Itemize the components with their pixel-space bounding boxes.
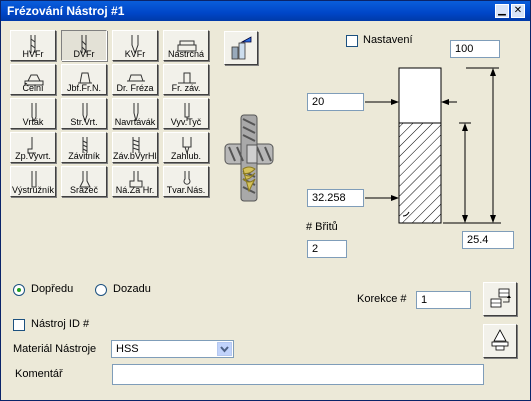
tool-button-11[interactable]: Navrtávák — [112, 98, 158, 129]
tool-button-label: Fr. záv. — [171, 83, 201, 93]
korekce-field[interactable]: 1 — [416, 291, 471, 309]
nastaveni-checkbox[interactable] — [346, 35, 358, 47]
tool-id-checkbox[interactable] — [13, 319, 25, 331]
insert-table-icon — [490, 288, 511, 308]
dimension-drawing — [365, 67, 501, 224]
tool-button-label: Jbf.Fr.N. — [66, 83, 101, 93]
tool-button-label: Zp.Vyvrt. — [15, 151, 51, 161]
tool-button-label: Zahlub. — [170, 151, 202, 161]
tool-button-7[interactable]: Dr. Fréza — [112, 64, 158, 95]
close-icon[interactable]: ✕ — [511, 4, 525, 18]
tool-button-3[interactable]: KVFr — [112, 30, 158, 61]
dropdown-arrow-glyph — [220, 346, 229, 353]
korekce-label: Korekce # — [357, 293, 407, 305]
tool-button-label: Tvar.Nás. — [166, 185, 206, 195]
tool-button-label: Výstružník — [11, 185, 54, 195]
tool-button-label: Záv.bVyrHlav — [113, 151, 157, 161]
tool-button-5[interactable]: Čelní — [10, 64, 56, 95]
title-bar: Frézování Nástroj #1 ▁ ✕ — [1, 1, 530, 21]
corner-field[interactable]: 25.4 — [462, 231, 514, 249]
tool-button-label: Vrták — [22, 117, 44, 127]
tool-shape-button[interactable] — [483, 324, 517, 358]
tool-button-1[interactable]: HVFr — [10, 30, 56, 61]
radio-dot — [17, 288, 21, 292]
tool-button-label: Srážeč — [69, 185, 98, 195]
forward-label: Dopředu — [31, 283, 74, 295]
tool-button-label: Nástrčná — [167, 49, 204, 59]
backward-label: Dozadu — [113, 283, 151, 295]
backward-radio[interactable] — [95, 284, 107, 296]
tool-button-6[interactable]: Jbf.Fr.N. — [61, 64, 107, 95]
tool-button-18[interactable]: Srážeč — [61, 166, 107, 197]
tool-button-2[interactable]: DVFr — [61, 30, 107, 61]
library-icon — [231, 36, 252, 60]
tool-button-9[interactable]: Vrták — [10, 98, 56, 129]
cone-icon — [491, 329, 509, 351]
tool-button-label: Str.Vrt. — [70, 117, 98, 127]
material-value: HSS — [116, 343, 139, 355]
flute-length-field[interactable]: 32.258 — [307, 189, 364, 207]
tool-button-12[interactable]: Vyv.Tyč — [163, 98, 209, 129]
tool-button-10[interactable]: Str.Vrt. — [61, 98, 107, 129]
tool-button-4[interactable]: Nástrčná — [163, 30, 209, 61]
nastaveni-label: Nastavení — [363, 34, 413, 46]
minimize-icon[interactable]: ▁ — [495, 4, 509, 18]
comment-label: Komentář — [15, 368, 63, 380]
tool-button-19[interactable]: Ná.Za Hr. — [112, 166, 158, 197]
tool-library-button[interactable] — [224, 31, 258, 65]
chevron-down-icon[interactable] — [217, 342, 232, 356]
tool-button-13[interactable]: Zp.Vyvrt. — [10, 132, 56, 163]
tool-button-20[interactable]: Tvar.Nás. — [163, 166, 209, 197]
tool-button-label: Čelní — [22, 83, 44, 93]
material-label: Materiál Nástroje — [13, 343, 97, 355]
tool-button-17[interactable]: Výstružník — [10, 166, 56, 197]
tool-button-15[interactable]: Záv.bVyrHlav — [112, 132, 158, 163]
tool-button-label: Závitník — [68, 151, 100, 161]
insert-table-button[interactable] — [483, 282, 517, 316]
comment-field[interactable] — [112, 364, 484, 385]
tool-window: Frézování Nástroj #1 ▁ ✕ HVFr DVFr KVFr Nás… — [0, 0, 531, 401]
tool-button-label: DVFr — [73, 49, 95, 59]
window-title: Frézování Nástroj #1 — [7, 4, 125, 18]
tool-button-14[interactable]: Závitník — [61, 132, 107, 163]
tool-id-label: Nástroj ID # — [31, 318, 90, 330]
tool-button-label: Ná.Za Hr. — [115, 185, 155, 195]
material-select[interactable]: HSS — [111, 340, 234, 358]
tool-button-8[interactable]: Fr. záv. — [163, 64, 209, 95]
tool-button-label: Vyv.Tyč — [170, 117, 202, 127]
tool-button-label: KVFr — [124, 49, 146, 59]
flutes-field[interactable]: 2 — [307, 240, 347, 258]
tool-preview-image — [224, 114, 274, 202]
diameter-field[interactable]: 20 — [307, 93, 364, 111]
tool-button-label: Dr. Fréza — [116, 83, 154, 93]
tool-button-16[interactable]: Zahlub. — [163, 132, 209, 163]
tool-button-label: Navrtávák — [114, 117, 156, 127]
overall-length-field[interactable]: 100 — [450, 40, 500, 58]
forward-radio[interactable] — [13, 284, 25, 296]
flutes-label: # Břitů — [306, 221, 338, 233]
tool-button-label: HVFr — [22, 49, 44, 59]
